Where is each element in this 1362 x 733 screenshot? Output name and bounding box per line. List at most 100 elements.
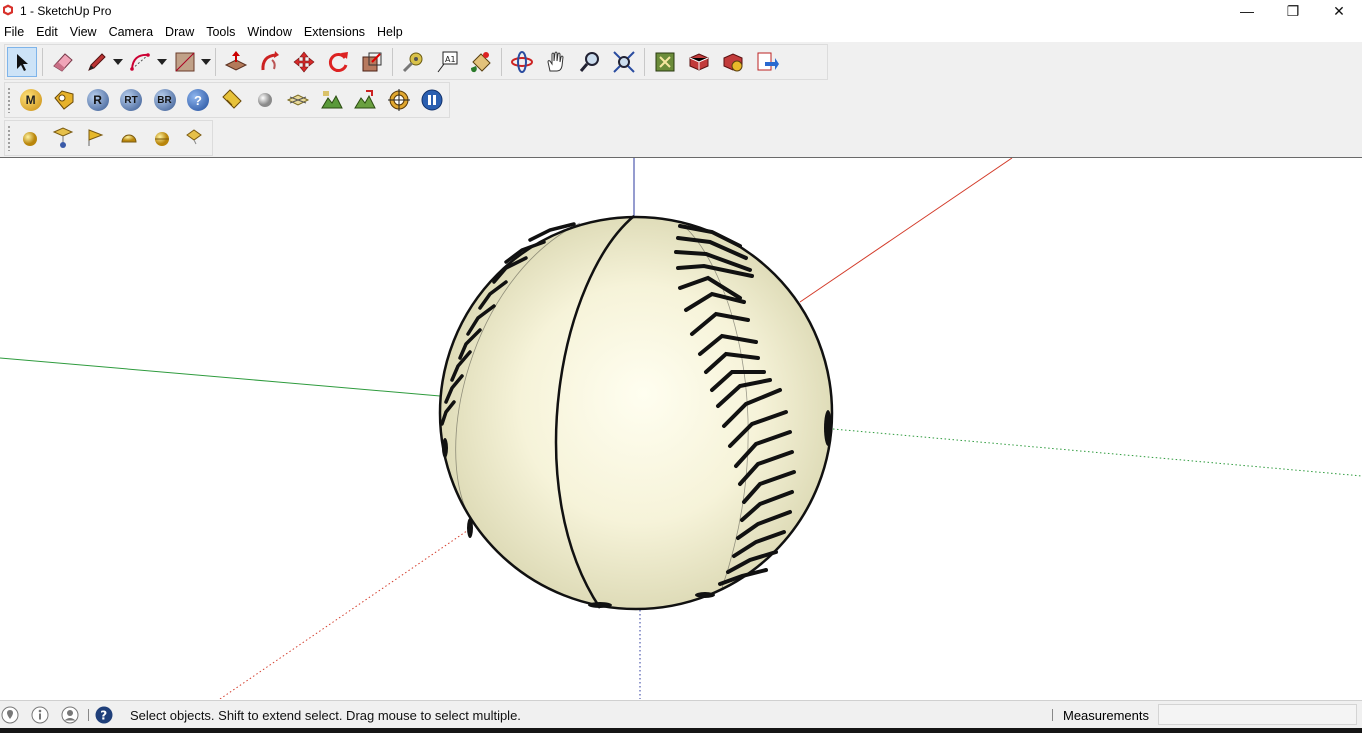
rectangle-icon	[175, 52, 195, 72]
menu-bar: File Edit View Camera Draw Tools Window …	[0, 22, 1362, 42]
modeling-viewport[interactable]	[0, 157, 1362, 700]
menu-tools[interactable]: Tools	[201, 22, 242, 42]
rectangle-tool-button[interactable]	[170, 47, 200, 77]
label-button[interactable]	[217, 85, 246, 115]
arc-tool-button[interactable]	[126, 47, 156, 77]
select-tool-button[interactable]	[7, 47, 37, 77]
chevron-down-icon	[201, 59, 211, 65]
target-icon	[387, 89, 410, 111]
extension-warehouse-button[interactable]	[684, 47, 714, 77]
batch-render-button[interactable]: BR	[150, 85, 179, 115]
green-axis-solid	[0, 357, 441, 397]
rectangle-dropdown[interactable]	[200, 47, 212, 77]
omni-light-button[interactable]	[148, 123, 177, 153]
orbit-tool-button[interactable]	[507, 47, 537, 77]
material-icon: M	[19, 89, 42, 111]
scale-tool-button[interactable]	[357, 47, 387, 77]
arc-dropdown[interactable]	[156, 47, 168, 77]
toolbar-separator	[644, 48, 645, 76]
extension-manager-button[interactable]	[718, 47, 748, 77]
extension-warehouse-icon	[689, 53, 709, 71]
toolbar-separator	[392, 48, 393, 76]
follow-me-tool-button[interactable]	[255, 47, 285, 77]
toolbar-grip[interactable]	[7, 125, 11, 151]
zoom-extents-tool-button[interactable]	[609, 47, 639, 77]
geo-location-icon[interactable]	[1, 706, 19, 724]
render-icon: R	[86, 89, 109, 111]
window-title: 1 - SketchUp Pro	[20, 4, 112, 18]
landscape2-button[interactable]	[351, 85, 380, 115]
flag-light-button[interactable]	[82, 123, 111, 153]
ies-light-button[interactable]	[181, 123, 210, 153]
tag-icon	[54, 90, 74, 110]
render-button[interactable]: R	[83, 85, 112, 115]
menu-extensions[interactable]: Extensions	[299, 22, 372, 42]
push-pull-tool-button[interactable]	[221, 47, 251, 77]
baseball-model[interactable]	[438, 215, 834, 611]
landscape-icon	[320, 91, 343, 109]
toolbar-separator	[215, 48, 216, 76]
menu-draw[interactable]: Draw	[160, 22, 201, 42]
tape-measure-tool-button[interactable]	[398, 47, 428, 77]
pencil-tool-button[interactable]	[82, 47, 112, 77]
status-message: Select objects. Shift to extend select. …	[130, 708, 521, 723]
close-button[interactable]: ✕	[1316, 0, 1362, 22]
sphere-light-button[interactable]	[16, 123, 45, 153]
landscape-button[interactable]	[317, 85, 346, 115]
eraser-tool-button[interactable]	[48, 47, 78, 77]
3d-warehouse-button[interactable]	[650, 47, 680, 77]
render-toolbar: M R RT BR ?	[4, 82, 450, 118]
dome-light-icon	[121, 134, 137, 143]
plane-button[interactable]	[284, 85, 313, 115]
pan-icon	[547, 51, 564, 72]
svg-text:?: ?	[100, 709, 107, 723]
menu-window[interactable]: Window	[242, 22, 298, 42]
pause-button[interactable]	[418, 85, 447, 115]
instructor-icon[interactable]: ?	[95, 706, 113, 724]
3d-warehouse-icon	[655, 52, 675, 72]
send-to-layout-button[interactable]	[752, 47, 782, 77]
extension-manager-icon	[723, 53, 743, 72]
sphere-icon	[257, 93, 272, 107]
rotate-tool-button[interactable]	[323, 47, 353, 77]
menu-camera[interactable]: Camera	[104, 22, 160, 42]
realtime-render-button[interactable]: RT	[116, 85, 145, 115]
menu-file[interactable]: File	[0, 22, 31, 42]
material-editor-button[interactable]: M	[16, 85, 45, 115]
toolbar-separator	[42, 48, 43, 76]
sphere-button[interactable]	[250, 85, 279, 115]
help-button[interactable]: ?	[183, 85, 212, 115]
label-icon	[222, 89, 243, 109]
chevron-down-icon	[157, 59, 167, 65]
zoom-icon	[579, 52, 599, 72]
tag-button[interactable]	[49, 85, 78, 115]
pencil-dropdown[interactable]	[112, 47, 124, 77]
toolbar-grip[interactable]	[7, 87, 11, 113]
spot-light-button[interactable]	[49, 123, 78, 153]
send-to-layout-icon	[757, 52, 779, 71]
zoom-tool-button[interactable]	[575, 47, 605, 77]
menu-view[interactable]: View	[65, 22, 104, 42]
menu-help[interactable]: Help	[372, 22, 410, 42]
green-axis-dotted	[832, 428, 1362, 477]
credits-icon[interactable]	[31, 706, 49, 724]
red-axis-solid	[799, 157, 1013, 303]
minimize-button[interactable]: —	[1224, 0, 1270, 22]
text-tool-button[interactable]: A1	[432, 47, 462, 77]
taskbar-edge	[0, 728, 1362, 733]
measurements-separator	[1052, 709, 1053, 721]
scene	[0, 157, 1362, 700]
select-icon	[17, 54, 28, 71]
follow-me-icon	[261, 51, 279, 71]
dome-light-button[interactable]	[115, 123, 144, 153]
maximize-button[interactable]: ❐	[1270, 0, 1316, 22]
target-button[interactable]	[384, 85, 413, 115]
pan-tool-button[interactable]	[541, 47, 571, 77]
move-tool-button[interactable]	[289, 47, 319, 77]
help-icon: ?	[187, 89, 209, 111]
measurements-input[interactable]	[1158, 704, 1357, 725]
menu-edit[interactable]: Edit	[31, 22, 65, 42]
user-icon[interactable]	[61, 706, 79, 724]
plane-icon	[287, 94, 310, 106]
paint-bucket-tool-button[interactable]	[466, 47, 496, 77]
